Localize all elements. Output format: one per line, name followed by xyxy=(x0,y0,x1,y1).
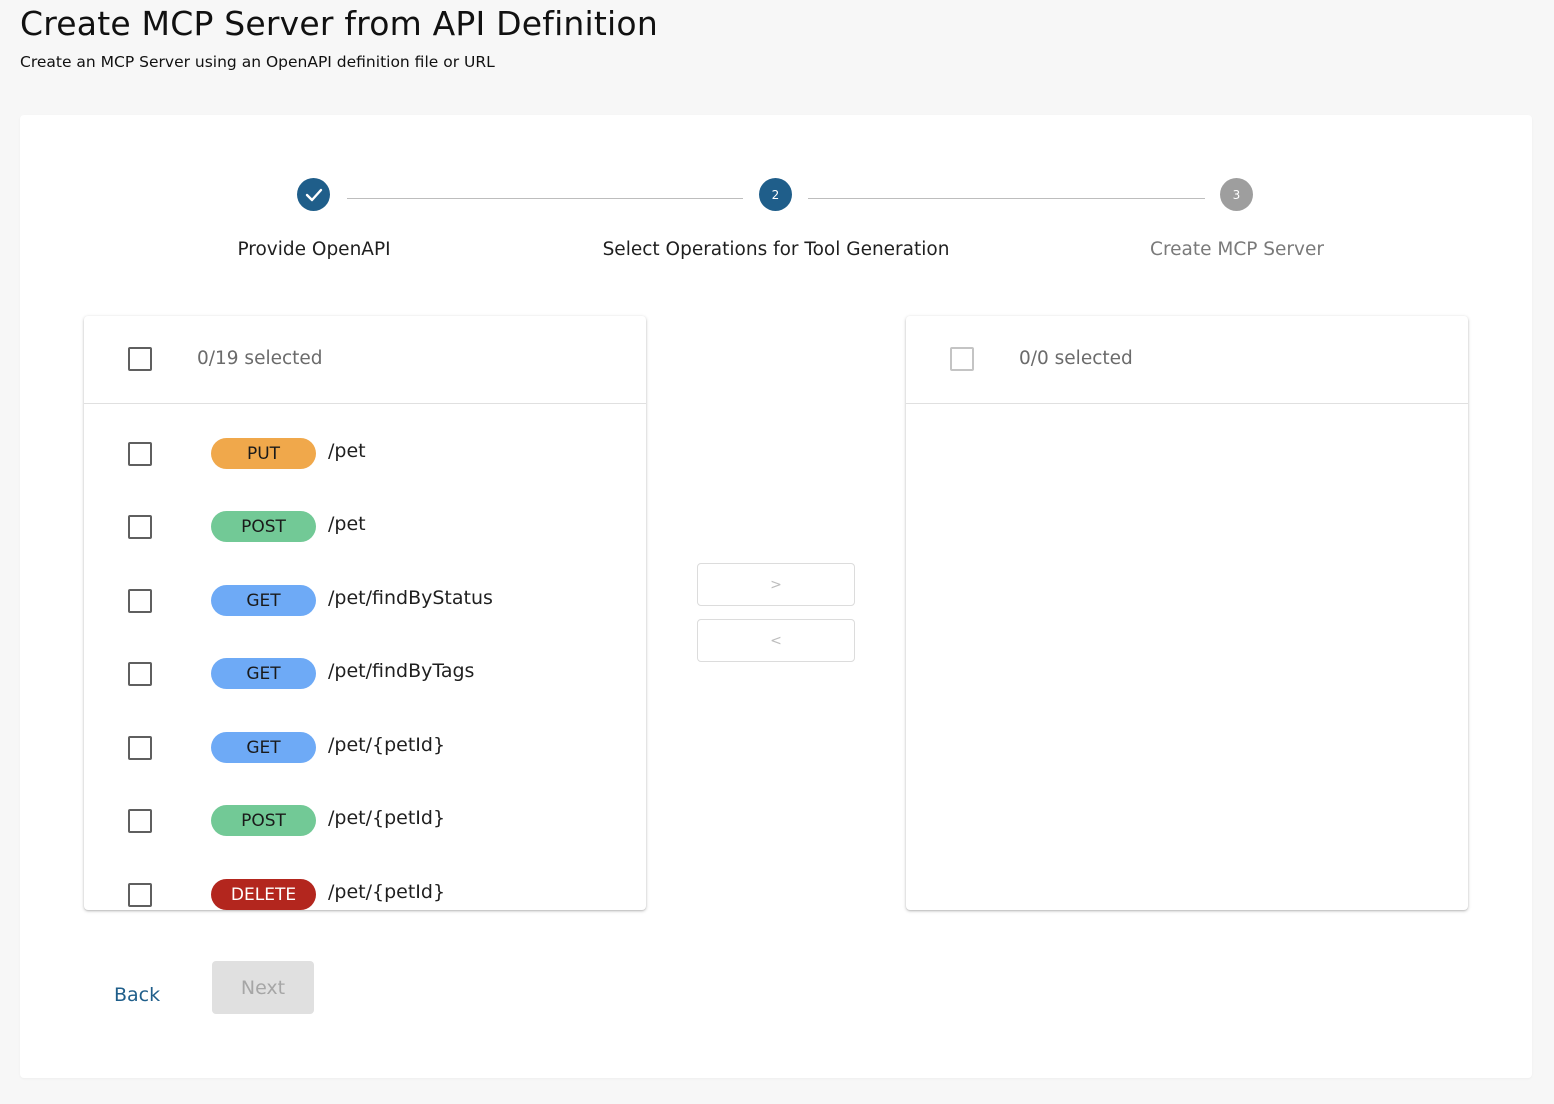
method-badge-get: GET xyxy=(211,585,316,616)
check-icon xyxy=(305,188,322,201)
select-all-selected-checkbox[interactable] xyxy=(950,347,974,371)
page-subtitle: Create an MCP Server using an OpenAPI de… xyxy=(20,53,495,71)
step-1-circle xyxy=(297,178,330,211)
method-badge-post: POST xyxy=(211,511,316,542)
step-3-number: 3 xyxy=(1232,187,1241,202)
step-2-circle: 2 xyxy=(759,178,792,211)
method-badge-get: GET xyxy=(211,658,316,689)
select-all-available-checkbox[interactable] xyxy=(128,347,152,371)
list-item[interactable]: POST /pet/{petId} xyxy=(84,784,646,857)
step-connector-1 xyxy=(347,198,743,199)
operation-checkbox[interactable] xyxy=(128,515,152,539)
available-list-header: 0/19 selected xyxy=(84,316,646,404)
back-button[interactable]: Back xyxy=(114,984,160,1006)
operation-checkbox[interactable] xyxy=(128,736,152,760)
step-connector-2 xyxy=(808,198,1205,199)
step-2-label: Select Operations for Tool Generation xyxy=(602,239,950,260)
step-1-label: Provide OpenAPI xyxy=(237,239,391,260)
selected-operations-list: 0/0 selected xyxy=(906,316,1468,910)
operation-checkbox[interactable] xyxy=(128,442,152,466)
operation-path: /pet/findByStatus xyxy=(328,587,493,609)
move-left-button[interactable]: < xyxy=(697,619,855,662)
step-3-label: Create MCP Server xyxy=(1150,239,1324,260)
operation-path: /pet/{petId} xyxy=(328,881,446,903)
available-operations-list: 0/19 selected PUT /pet POST /pet GET /pe… xyxy=(84,316,646,910)
operation-checkbox[interactable] xyxy=(128,809,152,833)
available-list-body[interactable]: PUT /pet POST /pet GET /pet/findByStatus… xyxy=(84,404,646,910)
list-item[interactable]: DELETE /pet/{petId} xyxy=(84,858,646,910)
operation-checkbox[interactable] xyxy=(128,662,152,686)
move-right-button[interactable]: > xyxy=(697,563,855,606)
selected-list-body[interactable] xyxy=(906,404,1468,910)
method-badge-put: PUT xyxy=(211,438,316,469)
available-count-label: 0/19 selected xyxy=(197,348,323,369)
list-item[interactable]: GET /pet/{petId} xyxy=(84,711,646,784)
list-item[interactable]: GET /pet/findByTags xyxy=(84,637,646,710)
method-badge-get: GET xyxy=(211,732,316,763)
method-badge-post: POST xyxy=(211,805,316,836)
list-item[interactable]: GET /pet/findByStatus xyxy=(84,564,646,637)
operation-path: /pet/{petId} xyxy=(328,807,446,829)
next-button[interactable]: Next xyxy=(212,961,314,1014)
list-item[interactable]: POST /pet xyxy=(84,490,646,563)
step-3-circle: 3 xyxy=(1220,178,1253,211)
selected-list-header: 0/0 selected xyxy=(906,316,1468,404)
operation-checkbox[interactable] xyxy=(128,883,152,907)
step-2-number: 2 xyxy=(771,187,780,202)
page-title: Create MCP Server from API Definition xyxy=(20,4,658,43)
method-badge-delete: DELETE xyxy=(211,879,316,910)
wizard-card: 2 3 Provide OpenAPI Select Operations fo… xyxy=(20,115,1532,1078)
operation-path: /pet xyxy=(328,513,366,535)
operation-path: /pet/findByTags xyxy=(328,660,475,682)
list-item[interactable]: PUT /pet xyxy=(84,417,646,490)
operation-path: /pet xyxy=(328,440,366,462)
selected-count-label: 0/0 selected xyxy=(1019,348,1133,369)
operation-path: /pet/{petId} xyxy=(328,734,446,756)
operation-checkbox[interactable] xyxy=(128,589,152,613)
